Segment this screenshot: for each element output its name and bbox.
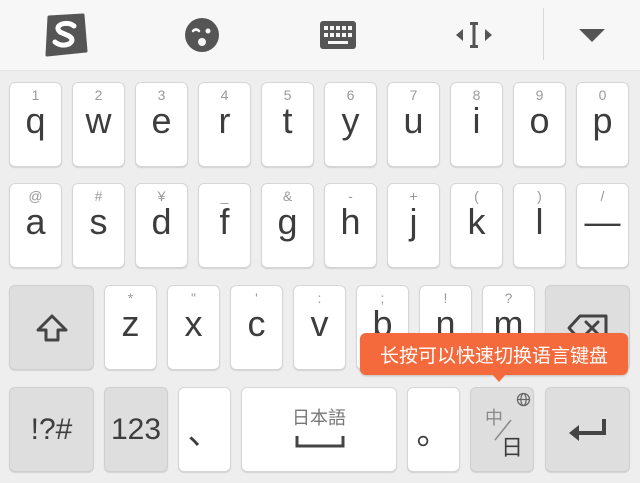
period-key[interactable]: 。 [407, 387, 460, 472]
enter-key-content [546, 388, 629, 471]
key-label: w [85, 100, 112, 141]
toolbar-divider [543, 8, 544, 60]
key-label: j [409, 201, 418, 242]
key-a[interactable]: @ a [9, 183, 62, 268]
key-label: — [584, 201, 621, 242]
key-z[interactable]: * z [104, 285, 157, 370]
key-label: l [535, 201, 544, 242]
period-label: 。 [416, 414, 451, 452]
key-label: y [341, 100, 360, 141]
key-g[interactable]: & g [261, 183, 314, 268]
language-switch-key[interactable]: 中 日 [470, 387, 534, 472]
key-u[interactable]: 7u [387, 82, 440, 167]
key-label: c [247, 303, 266, 344]
key-y[interactable]: 6y [324, 82, 377, 167]
shift-arrow-icon [36, 314, 67, 341]
tooltip-arrow [492, 374, 506, 382]
space-language-label: 日本語 [292, 408, 346, 428]
key-label: x [184, 303, 203, 344]
key-v[interactable]: :v [293, 285, 346, 370]
language-next: 日 [501, 435, 524, 460]
space-key[interactable]: 日本語 [241, 387, 397, 472]
key-label: g [277, 201, 298, 242]
emoji-button[interactable] [166, 0, 238, 70]
key-label: o [529, 100, 550, 141]
comma-label: 、 [187, 414, 222, 452]
key-t[interactable]: 5t [261, 82, 314, 167]
enter-return-icon [568, 418, 606, 441]
cursor-move-button[interactable] [438, 0, 510, 70]
sogou-logo-icon [45, 13, 88, 57]
globe-icon [516, 392, 531, 407]
key-l[interactable]: ) l [513, 183, 566, 268]
collapse-triangle-icon [579, 29, 605, 42]
comma-key[interactable]: 、 [178, 387, 231, 472]
key-label: v [310, 303, 329, 344]
key-label: h [340, 201, 361, 242]
key-d[interactable]: ¥ d [135, 183, 188, 268]
numbers-label: 123 [110, 412, 162, 446]
language-switch-tooltip: 长按可以快速切换语言键盘 [360, 333, 628, 375]
key-label: a [25, 201, 46, 242]
keyboard-toolbar [0, 0, 640, 71]
key-label: u [403, 100, 424, 141]
symbols-label: !?# [30, 412, 73, 446]
shift-key-content [10, 286, 93, 369]
key-dash[interactable]: / — [576, 183, 629, 268]
key-label: f [219, 201, 230, 242]
key-s[interactable]: # s [72, 183, 125, 268]
key-label: t [282, 100, 293, 141]
key-i[interactable]: 8i [450, 82, 503, 167]
sogou-logo-button[interactable] [30, 0, 102, 70]
collapse-keyboard-button[interactable] [556, 0, 628, 70]
keyboard-switch-button[interactable] [302, 0, 374, 70]
key-label: z [121, 303, 140, 344]
key-label: k [467, 201, 486, 242]
symbols-key[interactable]: !?# [9, 387, 94, 472]
key-c[interactable]: ' c [230, 285, 283, 370]
emoji-wink-icon [185, 18, 219, 52]
key-w[interactable]: 2w [72, 82, 125, 167]
key-label: q [25, 100, 46, 141]
key-label: s [89, 201, 108, 242]
keyboard-icon [320, 21, 356, 49]
key-f[interactable]: _ f [198, 183, 251, 268]
numbers-key[interactable]: 123 [104, 387, 168, 472]
space-bar-icon [295, 436, 345, 448]
key-e[interactable]: 3e [135, 82, 188, 167]
key-label: r [218, 100, 231, 141]
key-o[interactable]: 9o [513, 82, 566, 167]
key-label: i [472, 100, 481, 141]
shift-key[interactable] [9, 285, 94, 370]
enter-key[interactable] [545, 387, 630, 472]
key-j[interactable]: + j [387, 183, 440, 268]
key-label: d [151, 201, 172, 242]
key-label: e [151, 100, 172, 141]
key-q[interactable]: 1q [9, 82, 62, 167]
text-cursor-icon [456, 22, 492, 48]
key-x[interactable]: " x [167, 285, 220, 370]
key-r[interactable]: 4r [198, 82, 251, 167]
key-label: p [592, 100, 613, 141]
key-p[interactable]: 0p [576, 82, 629, 167]
key-k[interactable]: (k [450, 183, 503, 268]
key-h[interactable]: -h [324, 183, 377, 268]
